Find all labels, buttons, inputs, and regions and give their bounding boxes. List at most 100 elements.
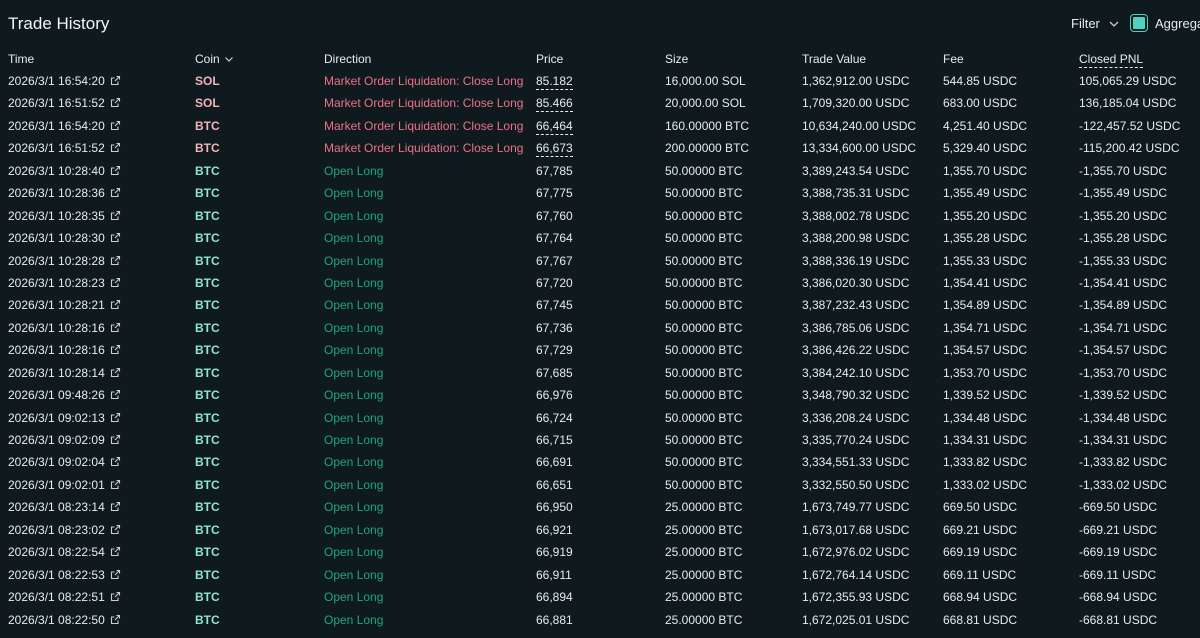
external-link-icon[interactable]: [110, 591, 121, 602]
external-link-icon[interactable]: [110, 456, 121, 467]
trade-direction: Open Long: [324, 455, 384, 470]
col-header-price[interactable]: Price: [536, 48, 563, 70]
trade-coin[interactable]: BTC: [195, 519, 220, 541]
external-link-icon[interactable]: [110, 389, 121, 400]
trade-coin[interactable]: SOL: [195, 70, 220, 92]
external-link-icon[interactable]: [110, 277, 121, 288]
trade-coin[interactable]: BTC: [195, 182, 220, 204]
external-link-icon[interactable]: [110, 187, 121, 198]
external-link-icon[interactable]: [110, 501, 121, 512]
external-link-icon[interactable]: [110, 344, 121, 355]
external-link-icon[interactable]: [110, 97, 121, 108]
external-link-icon[interactable]: [110, 232, 121, 243]
external-link-icon[interactable]: [110, 120, 121, 131]
trade-size: 50.00000 BTC: [665, 410, 743, 425]
col-header-trade-value[interactable]: Trade Value: [802, 48, 866, 70]
external-link-icon[interactable]: [110, 546, 121, 557]
trade-history-panel: Trade History Filter Aggregate Time Coin: [0, 0, 1200, 638]
trade-coin[interactable]: BTC: [195, 586, 220, 608]
trade-time: 2026/3/1 09:02:13: [8, 407, 121, 429]
trade-coin[interactable]: BTC: [195, 294, 220, 316]
trade-coin[interactable]: BTC: [195, 564, 220, 586]
trade-fee: 544.85 USDC: [943, 74, 1018, 88]
trade-closed-pnl: -668.81 USDC: [1079, 612, 1158, 627]
trade-direction: Open Long: [324, 477, 384, 492]
col-header-time[interactable]: Time: [8, 48, 34, 70]
trade-coin[interactable]: BTC: [195, 160, 220, 182]
external-link-icon[interactable]: [110, 322, 121, 333]
trade-closed-pnl: -668.94 USDC: [1079, 590, 1158, 605]
col-header-coin-label: Coin: [195, 52, 220, 66]
external-link-icon[interactable]: [110, 142, 121, 153]
trade-coin[interactable]: BTC: [195, 384, 220, 406]
trade-time-text: 2026/3/1 10:28:23: [8, 275, 105, 290]
trade-time-text: 2026/3/1 16:51:52: [8, 96, 105, 111]
table-row: 2026/3/1 08:22:53 BTC Open Long 66,911 25.00…: [0, 564, 1200, 586]
external-link-icon[interactable]: [110, 569, 121, 580]
trade-time-text: 2026/3/1 16:54:20: [8, 74, 105, 88]
trade-coin[interactable]: BTC: [195, 250, 220, 272]
trade-direction: Open Long: [324, 186, 384, 201]
external-link-icon[interactable]: [110, 210, 121, 221]
col-header-size[interactable]: Size: [665, 48, 688, 70]
trade-coin[interactable]: SOL: [195, 92, 220, 114]
trade-coin[interactable]: BTC: [195, 317, 220, 339]
trade-size: 200.00000 BTC: [665, 141, 750, 156]
trade-price: 66,919: [536, 545, 573, 560]
col-header-closed-pnl[interactable]: Closed PNL: [1079, 48, 1144, 70]
trade-coin[interactable]: BTC: [195, 362, 220, 384]
trade-coin[interactable]: BTC: [195, 407, 220, 429]
trade-direction: Open Long: [324, 590, 384, 605]
trade-price[interactable]: 85.182: [536, 73, 573, 90]
table-row: 2026/3/1 10:28:35 BTC Open Long 67,760 50.00…: [0, 205, 1200, 227]
trade-direction: Open Long: [324, 163, 384, 178]
trade-coin[interactable]: BTC: [195, 115, 220, 137]
trade-price: 67,785: [536, 163, 573, 178]
external-link-icon[interactable]: [110, 412, 121, 423]
trade-closed-pnl: -1,354.89 USDC: [1079, 298, 1168, 313]
external-link-icon[interactable]: [110, 299, 121, 310]
trade-time-text: 2026/3/1 10:28:16: [8, 343, 105, 358]
trade-coin[interactable]: BTC: [195, 474, 220, 496]
trade-direction: Open Long: [324, 231, 384, 246]
trade-price-cell: 67,775: [536, 182, 573, 204]
trade-coin[interactable]: BTC: [195, 496, 220, 518]
aggregate-toggle[interactable]: Aggregate: [1131, 15, 1200, 31]
trade-closed-pnl: 136,185.04 USDC: [1079, 96, 1177, 111]
external-link-icon[interactable]: [110, 434, 121, 445]
trade-coin[interactable]: BTC: [195, 272, 220, 294]
trade-coin[interactable]: BTC: [195, 339, 220, 361]
trade-price[interactable]: 85.466: [536, 95, 573, 113]
trade-coin[interactable]: BTC: [195, 609, 220, 631]
trade-price: 67,736: [536, 320, 573, 335]
trade-coin[interactable]: BTC: [195, 227, 220, 249]
external-link-icon[interactable]: [110, 367, 121, 378]
table-row: 2026/3/1 16:54:20 SOL Market Order Liquida…: [0, 70, 1200, 92]
external-link-icon[interactable]: [110, 255, 121, 266]
trade-price: 66,881: [536, 612, 573, 627]
trade-time: 2026/3/1 10:28:21: [8, 294, 121, 316]
col-header-direction[interactable]: Direction: [324, 48, 371, 70]
col-header-fee[interactable]: Fee: [943, 48, 964, 70]
trade-time: 2026/3/1 08:22:54: [8, 541, 121, 563]
col-header-coin[interactable]: Coin: [195, 48, 234, 70]
external-link-icon[interactable]: [110, 165, 121, 176]
trade-coin[interactable]: BTC: [195, 541, 220, 563]
filter-dropdown[interactable]: Filter: [1071, 16, 1120, 31]
table-row: 2026/3/1 10:28:28 BTC Open Long 67,767 50.00…: [0, 250, 1200, 272]
trade-coin[interactable]: BTC: [195, 451, 220, 473]
aggregate-checkbox[interactable]: [1131, 15, 1147, 31]
table-row: 2026/3/1 10:28:23 BTC Open Long 67,720 50.00…: [0, 272, 1200, 294]
external-link-icon[interactable]: [110, 524, 121, 535]
trade-coin[interactable]: BTC: [195, 205, 220, 227]
trade-price[interactable]: 66,673: [536, 140, 573, 158]
trade-size: 50.00000 BTC: [665, 275, 743, 290]
trade-value: 3,334,551.33 USDC: [802, 455, 910, 470]
trade-time: 2026/3/1 16:51:52: [8, 92, 121, 114]
trade-coin[interactable]: BTC: [195, 137, 220, 159]
trade-coin[interactable]: BTC: [195, 429, 220, 451]
external-link-icon[interactable]: [110, 75, 121, 86]
trade-price[interactable]: 66,464: [536, 118, 573, 135]
external-link-icon[interactable]: [110, 479, 121, 490]
external-link-icon[interactable]: [110, 614, 121, 625]
